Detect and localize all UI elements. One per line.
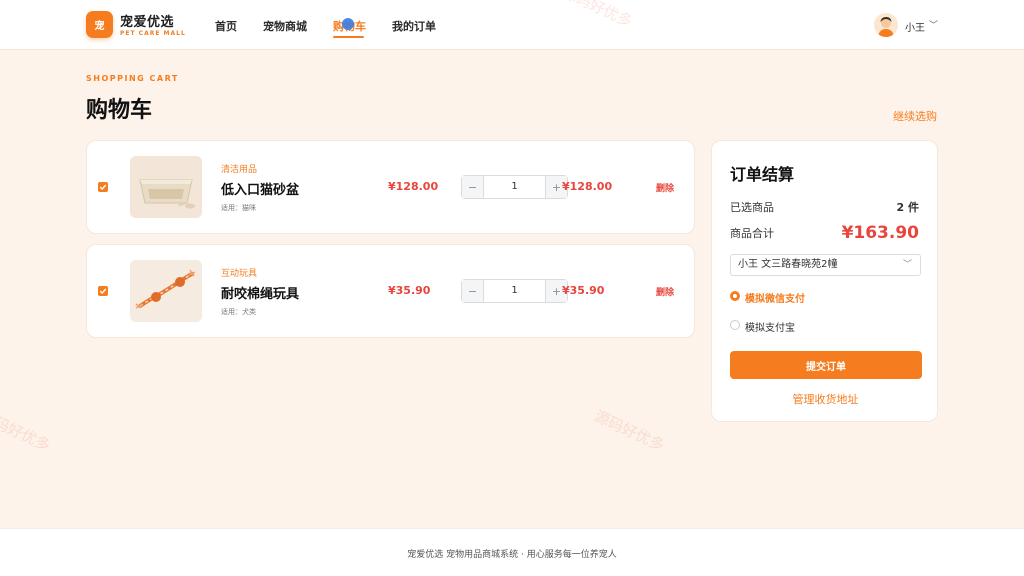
- item-subtotal: ¥35.90: [562, 284, 605, 297]
- item-checkbox[interactable]: [98, 182, 108, 192]
- payment-radio-alipay[interactable]: [730, 320, 740, 330]
- item-name[interactable]: 耐咬棉绳玩具: [221, 283, 299, 302]
- payment-option-wechat-label[interactable]: 模拟微信支付: [745, 290, 805, 305]
- quantity-input[interactable]: 1: [484, 280, 545, 302]
- brand-subtitle: PET CARE MALL: [120, 30, 186, 37]
- manage-address-link[interactable]: 管理收货地址: [712, 391, 939, 407]
- payment-radio-wechat[interactable]: [730, 291, 740, 301]
- rope-toy-icon: [130, 260, 202, 322]
- decrease-quantity-button[interactable]: −: [462, 280, 484, 302]
- delete-item-button[interactable]: 删除: [656, 285, 674, 298]
- item-suitable-for: 适用：猫咪: [221, 204, 256, 212]
- item-category: 清洁用品: [221, 165, 258, 175]
- delete-item-button[interactable]: 删除: [656, 181, 674, 194]
- address-select[interactable]: 小王 文三路春晓苑2幢 ﹀: [730, 254, 921, 276]
- selected-items-count: 2 件: [896, 201, 919, 214]
- quantity-stepper: − 1 +: [461, 279, 568, 303]
- cursor-indicator: [342, 18, 354, 30]
- item-suitable-for: 适用：犬类: [221, 308, 256, 316]
- quantity-stepper: − 1 +: [461, 175, 568, 199]
- user-avatar[interactable]: [874, 13, 898, 37]
- nav-pet-mall[interactable]: 宠物商城: [263, 18, 307, 34]
- item-checkbox[interactable]: [98, 286, 108, 296]
- footer-text: 宠爱优选 宠物用品商城系统 · 用心服务每一位养宠人: [407, 550, 617, 560]
- check-icon: [99, 288, 107, 294]
- summary-title: 订单结算: [730, 165, 795, 184]
- chevron-down-icon: ﹀: [902, 260, 912, 270]
- product-image-litter-box[interactable]: [130, 156, 202, 218]
- submit-order-button[interactable]: 提交订单: [730, 351, 922, 379]
- check-icon: [99, 184, 107, 190]
- nav-active-indicator: [333, 36, 364, 38]
- item-unit-price: ¥128.00: [388, 180, 439, 193]
- item-name[interactable]: 低入口猫砂盆: [221, 179, 299, 198]
- total-amount: ¥163.90: [841, 223, 919, 243]
- item-unit-price: ¥35.90: [388, 284, 431, 297]
- brand-name: 宠爱优选: [120, 15, 175, 30]
- avatar-person-icon: [878, 17, 894, 37]
- chevron-down-icon[interactable]: ﹀: [929, 18, 938, 31]
- nav-home[interactable]: 首页: [215, 18, 237, 34]
- page-eyebrow: SHOPPING CART: [86, 74, 179, 83]
- litter-box-icon: [130, 156, 202, 218]
- page-title: 购物车: [86, 98, 153, 123]
- watermark: 源码好优多: [591, 406, 668, 455]
- cart-item: 互动玩具 耐咬棉绳玩具 适用：犬类 ¥35.90 − 1 + ¥35.90 删除: [86, 244, 695, 338]
- decrease-quantity-button[interactable]: −: [462, 176, 484, 198]
- selected-items-label: 已选商品: [730, 201, 774, 214]
- product-image-rope-toy[interactable]: [130, 260, 202, 322]
- continue-shopping-link[interactable]: 继续选购: [893, 108, 937, 124]
- brand-logo[interactable]: 宠: [86, 11, 113, 38]
- payment-option-alipay-label[interactable]: 模拟支付宝: [745, 319, 795, 334]
- page-footer: 宠爱优选 宠物用品商城系统 · 用心服务每一位养宠人: [0, 528, 1024, 576]
- cart-item: 清洁用品 低入口猫砂盆 适用：猫咪 ¥128.00 − 1 + ¥128.00 …: [86, 140, 695, 234]
- item-category: 互动玩具: [221, 269, 258, 279]
- address-select-value: 小王 文三路春晓苑2幢: [738, 259, 838, 270]
- total-label: 商品合计: [730, 227, 774, 240]
- nav-my-orders[interactable]: 我的订单: [392, 18, 436, 34]
- user-name[interactable]: 小王: [905, 19, 925, 34]
- top-header: 宠 宠爱优选 PET CARE MALL 首页 宠物商城 购物车 我的订单 小王…: [0, 0, 1024, 50]
- watermark: 源码好优多: [0, 406, 54, 455]
- order-summary-panel: 订单结算 已选商品 2 件 商品合计 ¥163.90 小王 文三路春晓苑2幢 ﹀…: [711, 140, 938, 422]
- item-subtotal: ¥128.00: [562, 180, 613, 193]
- quantity-input[interactable]: 1: [484, 176, 545, 198]
